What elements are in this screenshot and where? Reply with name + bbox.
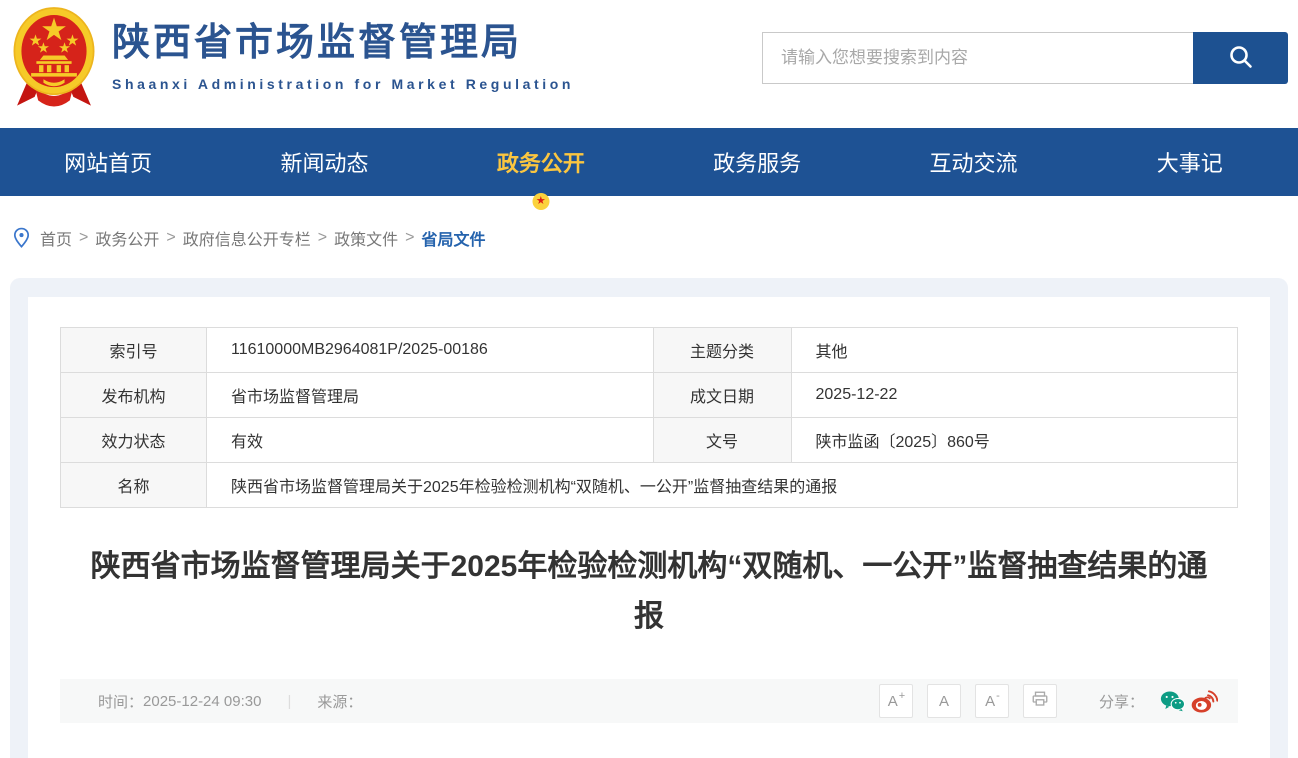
- font-decrease-button[interactable]: A-: [975, 684, 1009, 718]
- nav-item-label: 政务公开: [497, 146, 585, 178]
- doc-info-value: 11610000MB2964081P/2025-00186: [207, 328, 654, 373]
- table-row: 效力状态 有效 文号 陕市监函〔2025〕860号: [61, 418, 1238, 463]
- font-button-label: A: [888, 693, 898, 710]
- share-label: 分享：: [1099, 691, 1144, 712]
- doc-info-value: 省市场监督管理局: [207, 373, 654, 418]
- breadcrumb: 首页 > 政务公开 > 政府信息公开专栏 > 政策文件 > 省局文件: [12, 226, 1298, 250]
- doc-info-value: 陕西省市场监督管理局关于2025年检验检测机构“双随机、一公开”监督抽查结果的通…: [207, 463, 1238, 508]
- meta-right: A+ A A- 分享：: [879, 684, 1218, 718]
- breadcrumb-home[interactable]: 首页: [40, 226, 72, 250]
- nav-item-news[interactable]: 新闻动态: [216, 128, 432, 196]
- doc-info-table: 索引号 11610000MB2964081P/2025-00186 主题分类 其…: [60, 327, 1238, 508]
- doc-info-label: 成文日期: [653, 373, 791, 418]
- source-label: 来源：: [317, 691, 362, 712]
- doc-info-label: 索引号: [61, 328, 207, 373]
- site-subtitle: Shaanxi Administration for Market Regula…: [112, 76, 574, 92]
- nav-item-gov-disclosure[interactable]: 政务公开 ★: [433, 128, 649, 196]
- search-button[interactable]: [1193, 32, 1288, 84]
- breadcrumb-gov-disclosure[interactable]: 政务公开: [95, 226, 159, 250]
- table-row: 名称 陕西省市场监督管理局关于2025年检验检测机构“双随机、一公开”监督抽查结…: [61, 463, 1238, 508]
- national-emblem-icon: [10, 5, 98, 118]
- breadcrumb-separator: >: [79, 229, 88, 247]
- site-logo-link[interactable]: 陕西省市场监督管理局 Shaanxi Administration for Ma…: [0, 0, 574, 118]
- search-bar: [762, 32, 1288, 84]
- content-card: 索引号 11610000MB2964081P/2025-00186 主题分类 其…: [10, 278, 1288, 758]
- meta-divider: |: [287, 693, 291, 710]
- search-input[interactable]: [762, 32, 1193, 84]
- time-value: 2025-12-24 09:30: [143, 693, 261, 710]
- nav-item-gov-services[interactable]: 政务服务: [649, 128, 865, 196]
- table-row: 发布机构 省市场监督管理局 成文日期 2025-12-22: [61, 373, 1238, 418]
- font-button-label: A: [985, 693, 995, 710]
- weibo-share-icon[interactable]: [1191, 690, 1218, 713]
- printer-icon: [1031, 690, 1049, 712]
- location-pin-icon: [12, 227, 31, 249]
- font-default-button[interactable]: A: [927, 684, 961, 718]
- doc-info-label: 效力状态: [61, 418, 207, 463]
- doc-info-label: 发布机构: [61, 373, 207, 418]
- font-button-sup: +: [899, 690, 905, 702]
- site-header: 陕西省市场监督管理局 Shaanxi Administration for Ma…: [0, 0, 1298, 128]
- doc-info-value: 其他: [791, 328, 1238, 373]
- breadcrumb-separator: >: [405, 229, 414, 247]
- breadcrumb-info-column[interactable]: 政府信息公开专栏: [183, 226, 311, 250]
- breadcrumb-separator: >: [318, 229, 327, 247]
- font-increase-button[interactable]: A+: [879, 684, 913, 718]
- breadcrumb-policy-files[interactable]: 政策文件: [334, 226, 398, 250]
- search-icon: [1227, 43, 1255, 74]
- brand-text: 陕西省市场监督管理局 Shaanxi Administration for Ma…: [112, 5, 574, 92]
- wechat-share-icon[interactable]: [1160, 690, 1185, 712]
- doc-info-label: 文号: [653, 418, 791, 463]
- print-button[interactable]: [1023, 684, 1057, 718]
- time-label: 时间：: [98, 691, 143, 712]
- breadcrumb-current[interactable]: 省局文件: [421, 226, 485, 250]
- nav-item-interaction[interactable]: 互动交流: [865, 128, 1081, 196]
- site-title: 陕西省市场监督管理局: [112, 21, 574, 67]
- active-nav-star-icon: ★: [532, 193, 549, 210]
- doc-info-value: 陕市监函〔2025〕860号: [791, 418, 1238, 463]
- nav-item-home[interactable]: 网站首页: [0, 128, 216, 196]
- main-nav: 网站首页 新闻动态 政务公开 ★ 政务服务 互动交流 大事记: [0, 128, 1298, 196]
- doc-info-label: 主题分类: [653, 328, 791, 373]
- doc-info-label: 名称: [61, 463, 207, 508]
- table-row: 索引号 11610000MB2964081P/2025-00186 主题分类 其…: [61, 328, 1238, 373]
- content-card-inner: 索引号 11610000MB2964081P/2025-00186 主题分类 其…: [28, 297, 1270, 758]
- font-button-label: A: [939, 693, 949, 710]
- article-meta-bar: 时间： 2025-12-24 09:30 | 来源： A+ A A-: [60, 679, 1238, 723]
- doc-info-value: 2025-12-22: [791, 373, 1238, 418]
- breadcrumb-separator: >: [166, 229, 175, 247]
- meta-left: 时间： 2025-12-24 09:30 | 来源：: [98, 691, 362, 712]
- nav-item-milestones[interactable]: 大事记: [1082, 128, 1298, 196]
- page-title: 陕西省市场监督管理局关于2025年检验检测机构“双随机、一公开”监督抽查结果的通…: [60, 542, 1238, 641]
- doc-info-value: 有效: [207, 418, 654, 463]
- font-button-sup: -: [996, 690, 1000, 702]
